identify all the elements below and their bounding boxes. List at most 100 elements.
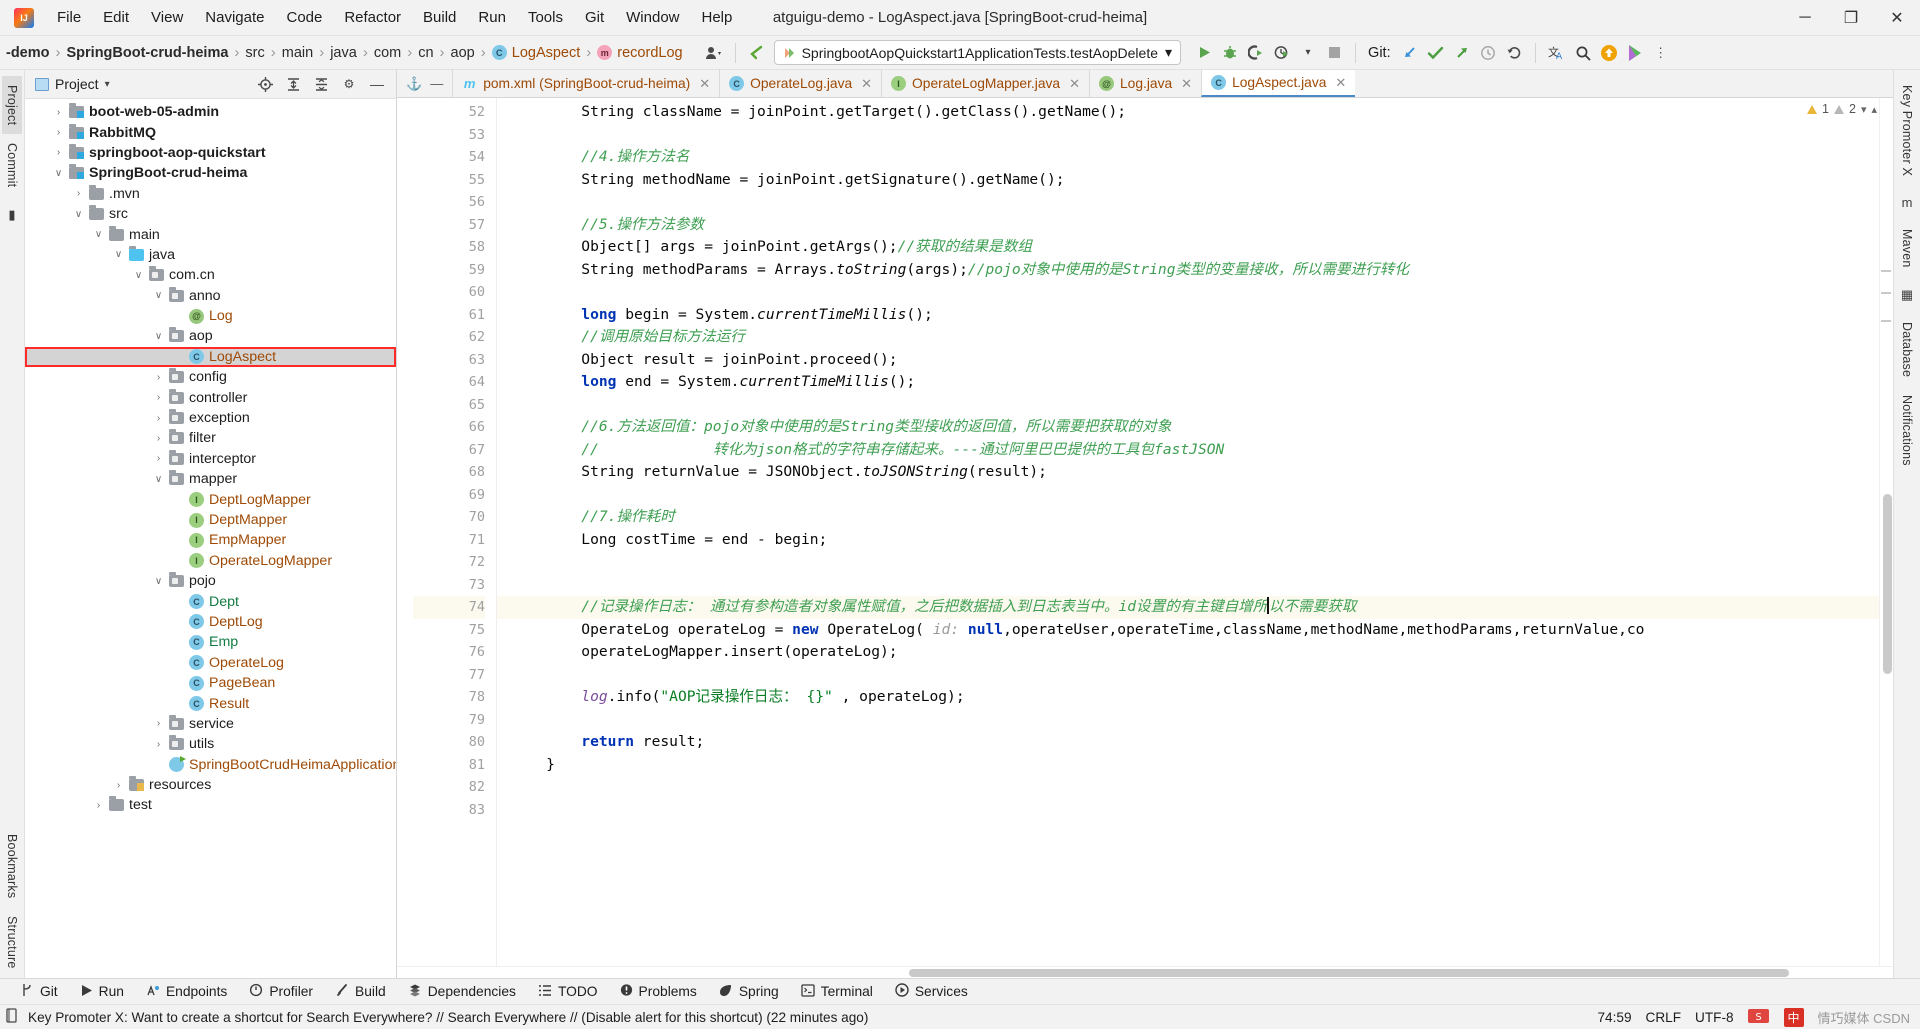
code-line[interactable]	[497, 484, 1879, 507]
tree-node-operatelog[interactable]: ›COperateLog	[25, 653, 396, 673]
tree-expand-arrow-icon[interactable]: ›	[53, 147, 64, 158]
collapse-all-icon[interactable]	[308, 71, 334, 97]
tree-expand-arrow-icon[interactable]: ∨	[113, 249, 124, 260]
tree-node-boot-web-05-admin[interactable]: › boot-web-05-admin	[25, 102, 396, 122]
rollback-icon[interactable]	[1501, 40, 1527, 66]
tool-window-spring[interactable]: Spring	[708, 981, 790, 1003]
tool-window-services[interactable]: Services	[884, 981, 979, 1003]
tree-node-resources[interactable]: › resources	[25, 775, 396, 795]
close-tab-icon[interactable]: ✕	[1335, 75, 1346, 91]
project-tree[interactable]: › boot-web-05-admin › RabbitMQ › springboot-a…	[25, 99, 396, 978]
status-message-group[interactable]: Key Promoter X: Want to create a shortcu…	[6, 1008, 868, 1026]
breadcrumb-item-demo[interactable]: -demo	[2, 44, 54, 62]
more-toolbar-icon[interactable]: ⋮	[1648, 40, 1674, 66]
tree-expand-arrow-icon[interactable]: ∨	[53, 168, 64, 179]
code-line[interactable]: return result;	[497, 731, 1879, 754]
rail-tab-database[interactable]: Database	[1897, 313, 1917, 386]
tool-window-todo[interactable]: TODO	[527, 981, 609, 1003]
tree-node-exception[interactable]: › exception	[25, 408, 396, 428]
tree-node-springboot-crud-heima[interactable]: ∨ SpringBoot-crud-heima	[25, 163, 396, 183]
hide-editor-icon[interactable]: —	[430, 76, 443, 91]
rail-tab-bookmarks[interactable]: Bookmarks	[2, 825, 22, 907]
inspection-widget[interactable]: 1 2 ▾ ▴	[1807, 102, 1877, 116]
tree-node-interceptor[interactable]: › interceptor	[25, 449, 396, 469]
expand-all-icon[interactable]	[280, 71, 306, 97]
event-log-icon[interactable]	[6, 1008, 20, 1026]
tree-node-pagebean[interactable]: ›CPageBean	[25, 673, 396, 693]
code-line[interactable]: //调用原始目标方法运行	[497, 326, 1879, 349]
tree-node--mvn[interactable]: › .mvn	[25, 184, 396, 204]
tree-node-operatelogmapper[interactable]: ›IOperateLogMapper	[25, 551, 396, 571]
menu-code[interactable]: Code	[275, 5, 333, 30]
editor-fold-column[interactable]	[397, 98, 413, 966]
tree-node-test[interactable]: › test	[25, 795, 396, 815]
tree-expand-arrow-icon[interactable]: ›	[153, 718, 164, 729]
breadcrumb-item-java[interactable]: java	[326, 44, 361, 62]
tree-node-anno[interactable]: ∨ anno	[25, 286, 396, 306]
menu-build[interactable]: Build	[412, 5, 467, 30]
update-badge-icon[interactable]	[1596, 40, 1622, 66]
tree-expand-arrow-icon[interactable]: ›	[153, 433, 164, 444]
tree-node-springbootcrudheimaapplication[interactable]: ›SpringBootCrudHeimaApplication	[25, 755, 396, 775]
code-line[interactable]	[497, 191, 1879, 214]
tree-expand-arrow-icon[interactable]: ›	[53, 127, 64, 138]
tree-node-deptmapper[interactable]: ›IDeptMapper	[25, 510, 396, 530]
tree-node-empmapper[interactable]: ›IEmpMapper	[25, 530, 396, 550]
code-line[interactable]: //7.操作耗时	[497, 506, 1879, 529]
tree-node-main[interactable]: ∨ main	[25, 224, 396, 244]
tree-node-pojo[interactable]: ∨ pojo	[25, 571, 396, 591]
tree-node-log[interactable]: ›@Log	[25, 306, 396, 326]
code-line[interactable]: String returnValue = JSONObject.toJSONSt…	[497, 461, 1879, 484]
push-icon[interactable]	[1449, 40, 1475, 66]
close-tab-icon[interactable]: ✕	[861, 76, 872, 92]
hide-panel-icon[interactable]: —	[364, 71, 390, 97]
editor-tabs[interactable]: m pom.xml (SpringBoot-crud-heima) ✕ C Operat…	[452, 70, 1356, 97]
tree-node-emp[interactable]: ›CEmp	[25, 632, 396, 652]
tree-node-aop[interactable]: ∨ aop	[25, 326, 396, 346]
tree-expand-arrow-icon[interactable]: ∨	[93, 229, 104, 240]
tree-node-deptlogmapper[interactable]: ›IDeptLogMapper	[25, 489, 396, 509]
code-line[interactable]: long end = System.currentTimeMillis();	[497, 371, 1879, 394]
code-line[interactable]: Object result = joinPoint.proceed();	[497, 349, 1879, 372]
rail-tab-commit[interactable]: Commit	[2, 134, 22, 196]
profiler-dropdown-icon[interactable]: ▾	[1295, 40, 1321, 66]
breadcrumb-item-recordlog[interactable]: m recordLog	[593, 44, 686, 62]
code-line[interactable]: //5.操作方法参数	[497, 214, 1879, 237]
line-separator[interactable]: CRLF	[1646, 1010, 1682, 1025]
menu-edit[interactable]: Edit	[92, 5, 140, 30]
run-coverage-icon[interactable]	[1243, 40, 1269, 66]
chevron-down-icon[interactable]: ▾	[1165, 44, 1172, 61]
tool-window-git[interactable]: Git	[10, 981, 69, 1003]
code-line[interactable]: log.info("AOP记录操作日志： {}" , operateLog);	[497, 686, 1879, 709]
tree-expand-arrow-icon[interactable]: ›	[73, 188, 84, 199]
tool-window-build[interactable]: Build	[324, 981, 397, 1003]
menu-help[interactable]: Help	[691, 5, 744, 30]
rail-tab-structure[interactable]: Structure	[2, 907, 22, 978]
tree-node-springboot-aop-quickstart[interactable]: › springboot-aop-quickstart	[25, 143, 396, 163]
tree-expand-arrow-icon[interactable]: ∨	[153, 290, 164, 301]
menu-tools[interactable]: Tools	[517, 5, 574, 30]
editor-marker-bar[interactable]	[1879, 98, 1893, 966]
tree-node-src[interactable]: ∨ src	[25, 204, 396, 224]
tool-window-terminal[interactable]: Terminal	[790, 981, 884, 1003]
editor-code-content[interactable]: String className = joinPoint.getTarget()…	[497, 98, 1879, 966]
menu-view[interactable]: View	[140, 5, 194, 30]
tree-node-filter[interactable]: › filter	[25, 428, 396, 448]
tool-window-bar[interactable]: Git Run Endpoints Profiler Build Dependencies…	[0, 978, 1920, 1004]
caret-position[interactable]: 74:59	[1597, 1010, 1631, 1025]
tool-window-profiler[interactable]: Profiler	[238, 981, 324, 1003]
menu-run[interactable]: Run	[467, 5, 517, 30]
code-line[interactable]	[497, 664, 1879, 687]
menu-refactor[interactable]: Refactor	[333, 5, 412, 30]
tree-node-controller[interactable]: › controller	[25, 387, 396, 407]
tool-window-run[interactable]: Run	[69, 981, 135, 1003]
debug-icon[interactable]	[1217, 40, 1243, 66]
code-line[interactable]: String methodName = joinPoint.getSignatu…	[497, 169, 1879, 192]
code-line[interactable]	[497, 799, 1879, 822]
code-line[interactable]: //6.方法返回值：pojo对象中使用的是String类型接收的返回值，所以需要…	[497, 416, 1879, 439]
project-view-chevron-down-icon[interactable]: ▾	[105, 79, 110, 90]
translate-icon[interactable]: 文A	[1544, 40, 1570, 66]
code-line[interactable]: String methodParams = Arrays.toString(ar…	[497, 259, 1879, 282]
run-icon[interactable]	[1191, 40, 1217, 66]
code-line[interactable]: }	[497, 754, 1879, 777]
